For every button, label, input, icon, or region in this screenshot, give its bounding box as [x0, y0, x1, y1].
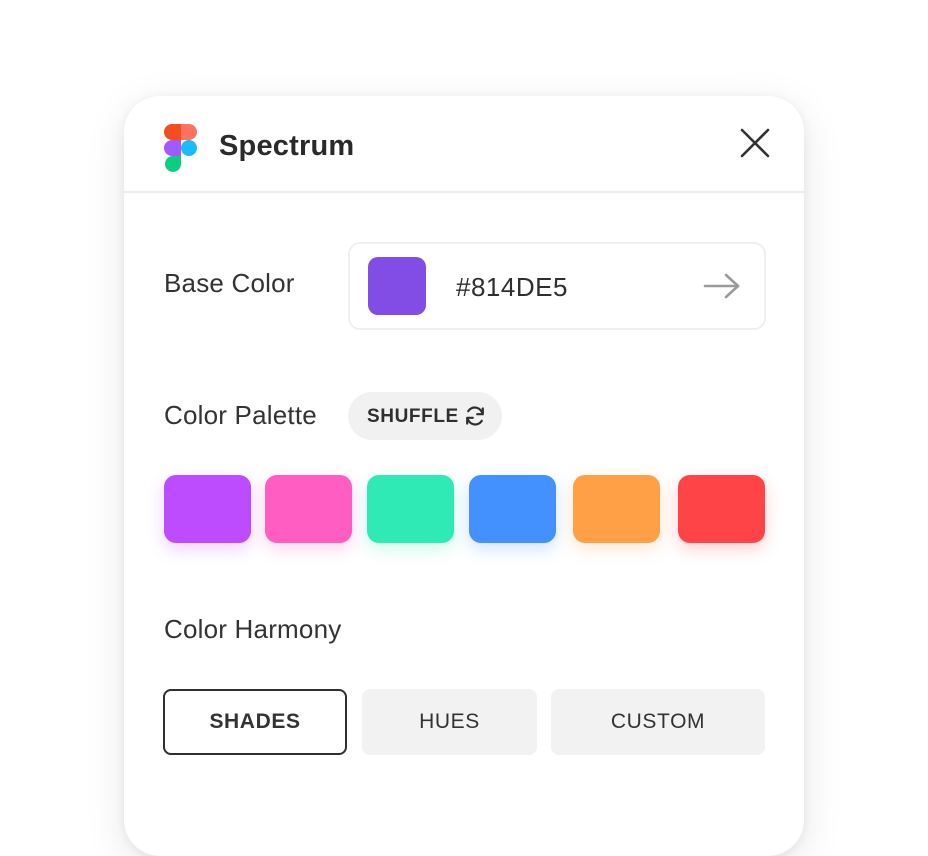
- plugin-panel: Spectrum Base Color #814DE5 Color Palett…: [124, 96, 804, 856]
- figma-logo-icon: [164, 124, 197, 172]
- panel-header: Spectrum: [124, 96, 804, 193]
- palette-swatch[interactable]: [265, 475, 352, 543]
- shuffle-button[interactable]: SHUFFLE: [348, 392, 502, 440]
- arrow-right-icon[interactable]: [702, 270, 742, 302]
- palette-swatch[interactable]: [573, 475, 660, 543]
- color-harmony-label: Color Harmony: [164, 614, 342, 644]
- color-palette-label: Color Palette: [164, 400, 317, 430]
- refresh-icon: [466, 406, 484, 426]
- app-title: Spectrum: [219, 130, 355, 162]
- palette-swatch[interactable]: [678, 475, 765, 543]
- shuffle-button-label: SHUFFLE: [367, 406, 459, 427]
- palette-swatch[interactable]: [367, 475, 454, 543]
- harmony-option-custom[interactable]: CUSTOM: [551, 689, 765, 755]
- palette-swatch[interactable]: [164, 475, 251, 543]
- harmony-option-shades[interactable]: SHADES: [163, 689, 347, 755]
- close-icon[interactable]: [738, 126, 772, 160]
- base-color-value[interactable]: #814DE5: [456, 272, 568, 303]
- base-color-swatch[interactable]: [368, 257, 426, 315]
- palette-swatch[interactable]: [469, 475, 556, 543]
- harmony-option-hues[interactable]: HUES: [362, 689, 537, 755]
- base-color-input[interactable]: #814DE5: [348, 242, 766, 330]
- base-color-label: Base Color: [164, 268, 295, 298]
